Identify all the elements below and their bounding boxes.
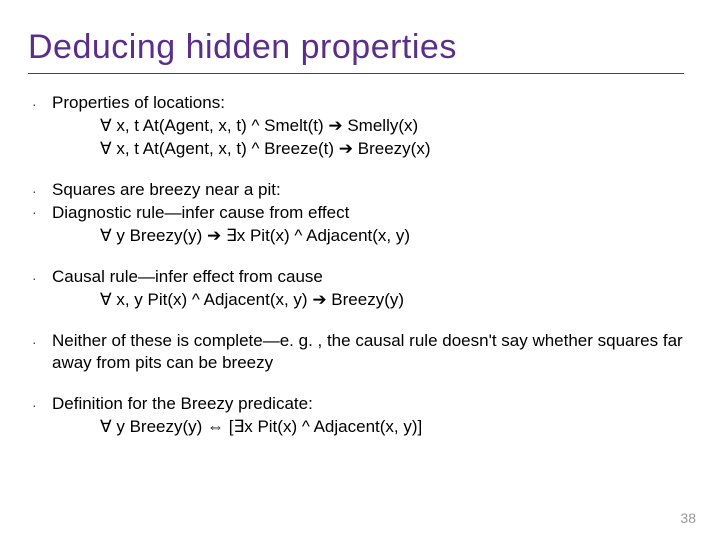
bullet-dot: · <box>32 266 52 312</box>
bullet-2: ·· Squares are breezy near a pit: Diagno… <box>32 179 684 248</box>
text-inner: Neither of these is complete—e. g. , the… <box>52 331 683 373</box>
bullet-body: Properties of locations: ∀ x, t At(Agent… <box>52 92 684 161</box>
bullet-4: · Neither of these is complete—e. g. , t… <box>32 330 684 376</box>
text: Neither of these is complete—e. g. , the… <box>52 330 684 376</box>
text: Definition for the Breezy predicate: <box>52 394 313 413</box>
slide-title: Deducing hidden properties <box>28 28 684 74</box>
bullet-dot: · <box>32 393 52 439</box>
text: Diagnostic rule—infer cause from effect <box>52 203 349 222</box>
bullet-body: Neither of these is complete—e. g. , the… <box>52 330 684 376</box>
content-area: · Properties of locations: ∀ x, t At(Age… <box>28 92 684 439</box>
bullet-dot: · <box>32 330 52 376</box>
slide: Deducing hidden properties · Properties … <box>0 0 720 540</box>
text: Properties of locations: <box>52 93 225 112</box>
bullet-body: Squares are breezy near a pit: Diagnosti… <box>52 179 684 248</box>
bullet-5: · Definition for the Breezy predicate: ∀… <box>32 393 684 439</box>
bullet-dots: ·· <box>32 179 52 248</box>
bullet-body: Causal rule—infer effect from cause ∀ x,… <box>52 266 684 312</box>
bullet-body: Definition for the Breezy predicate: ∀ y… <box>52 393 684 439</box>
formula: ∀ y Breezy(y) ⇔ [∃x Pit(x) ^ Adjacent(x,… <box>52 416 684 439</box>
text: Causal rule—infer effect from cause <box>52 267 323 286</box>
formula: ∀ y Breezy(y) ➔ ∃x Pit(x) ^ Adjacent(x, … <box>52 225 684 248</box>
formula: ∀ x, y Pit(x) ^ Adjacent(x, y) ➔ Breezy(… <box>52 289 684 312</box>
formula: ∀ x, t At(Agent, x, t) ^ Breeze(t) ➔ Bre… <box>52 138 684 161</box>
bullet-dot: · <box>32 92 52 161</box>
bullet-1: · Properties of locations: ∀ x, t At(Age… <box>32 92 684 161</box>
formula: ∀ x, t At(Agent, x, t) ^ Smelt(t) ➔ Smel… <box>52 115 684 138</box>
text: Squares are breezy near a pit: <box>52 180 281 199</box>
bullet-3: · Causal rule—infer effect from cause ∀ … <box>32 266 684 312</box>
page-number: 38 <box>680 510 696 526</box>
